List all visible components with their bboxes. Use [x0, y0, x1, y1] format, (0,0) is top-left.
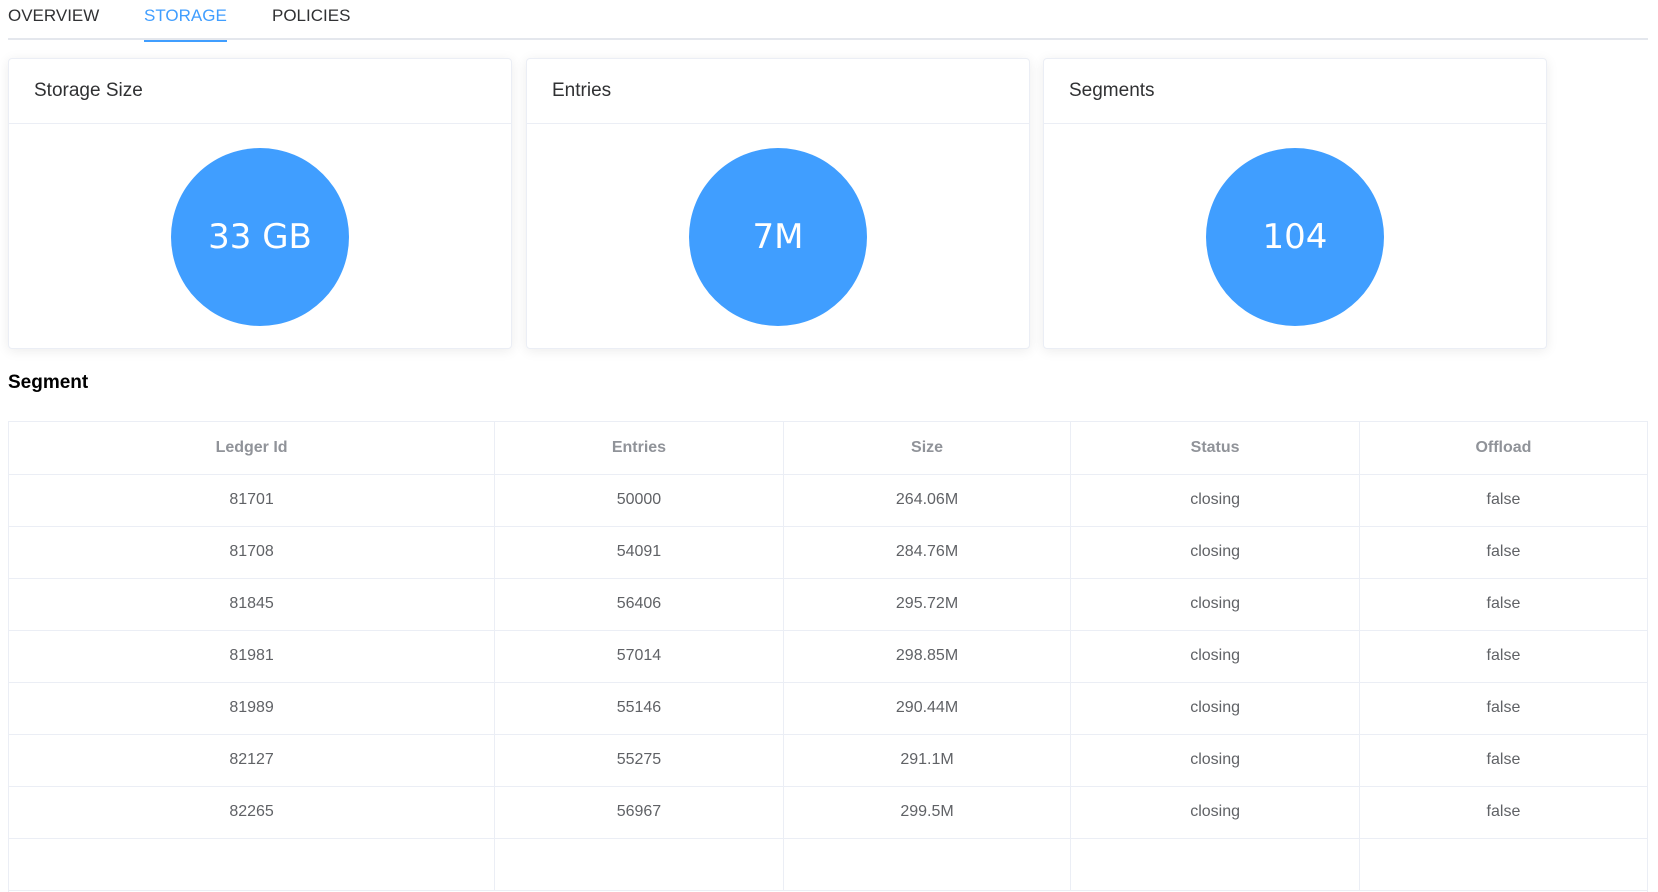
table-row[interactable]: 81845 56406 295.72M closing false — [9, 578, 1647, 631]
offload-cell: false — [1359, 734, 1647, 787]
table-row[interactable]: 82127 55275 291.1M closing false — [9, 734, 1647, 787]
card-title: Segments — [1044, 59, 1546, 124]
entries-cell: 50000 — [494, 474, 784, 527]
status-cell: closing — [1070, 474, 1360, 527]
card-title: Entries — [527, 59, 1029, 124]
entries-value: 7M — [689, 148, 867, 326]
storage-size-card: Storage Size 33 GB — [8, 58, 512, 349]
size-cell: 264.06M — [783, 474, 1072, 527]
tab-bar: OVERVIEW STORAGE POLICIES — [8, 0, 1648, 42]
segment-section-title: Segment — [8, 372, 89, 393]
offload-cell: false — [1359, 474, 1647, 527]
column-header-offload[interactable]: Offload — [1359, 422, 1647, 475]
table-row[interactable]: 81981 57014 298.85M closing false — [9, 630, 1647, 683]
size-cell: 299.5M — [783, 786, 1072, 839]
column-header-size[interactable]: Size — [783, 422, 1072, 475]
size-cell: 284.76M — [783, 526, 1072, 579]
size-cell: 295.72M — [783, 578, 1072, 631]
table-row[interactable]: 81989 55146 290.44M closing false — [9, 682, 1647, 735]
size-cell: 298.85M — [783, 630, 1072, 683]
offload-cell: false — [1359, 578, 1647, 631]
table-row[interactable]: 82265 56967 299.5M closing false — [9, 786, 1647, 839]
tab-policies[interactable]: POLICIES — [272, 0, 350, 40]
tab-storage[interactable]: STORAGE — [144, 0, 227, 42]
ledger-id-cell: 82127 — [9, 734, 496, 787]
ledger-id-cell: 81989 — [9, 682, 496, 735]
ledger-id-cell: 81708 — [9, 526, 496, 579]
ledger-id-cell: 81701 — [9, 474, 496, 527]
topic-storage-page: OVERVIEW STORAGE POLICIES Storage Size 3… — [0, 0, 1658, 892]
entries-cell: 56406 — [494, 578, 784, 631]
entries-cell: 56967 — [494, 786, 784, 839]
status-cell: closing — [1070, 578, 1360, 631]
entries-cell: 57014 — [494, 630, 784, 683]
table-header-row: Ledger Id Entries Size Status Offload — [9, 422, 1647, 475]
table-row[interactable] — [9, 838, 1647, 891]
ledger-id-cell: 82265 — [9, 786, 496, 839]
ledger-id-cell: 81981 — [9, 630, 496, 683]
entries-card: Entries 7M — [526, 58, 1030, 349]
offload-cell: false — [1359, 526, 1647, 579]
status-cell: closing — [1070, 786, 1360, 839]
ledger-id-cell: 81845 — [9, 578, 496, 631]
status-cell: closing — [1070, 734, 1360, 787]
tab-overview[interactable]: OVERVIEW — [8, 0, 99, 40]
size-cell: 290.44M — [783, 682, 1072, 735]
storage-size-value: 33 GB — [171, 148, 349, 326]
column-header-status[interactable]: Status — [1070, 422, 1360, 475]
entries-cell: 55275 — [494, 734, 784, 787]
card-title: Storage Size — [9, 59, 511, 124]
segment-table: Ledger Id Entries Size Status Offload 81… — [8, 421, 1648, 892]
offload-cell: false — [1359, 786, 1647, 839]
size-cell: 291.1M — [783, 734, 1072, 787]
offload-cell: false — [1359, 682, 1647, 735]
column-header-entries[interactable]: Entries — [494, 422, 784, 475]
status-cell: closing — [1070, 682, 1360, 735]
table-row[interactable]: 81708 54091 284.76M closing false — [9, 526, 1647, 579]
status-cell: closing — [1070, 526, 1360, 579]
entries-cell: 55146 — [494, 682, 784, 735]
segments-value: 104 — [1206, 148, 1384, 326]
segments-card: Segments 104 — [1043, 58, 1547, 349]
table-row[interactable]: 81701 50000 264.06M closing false — [9, 474, 1647, 527]
entries-cell: 54091 — [494, 526, 784, 579]
column-header-ledger-id[interactable]: Ledger Id — [9, 422, 496, 475]
status-cell: closing — [1070, 630, 1360, 683]
offload-cell: false — [1359, 630, 1647, 683]
